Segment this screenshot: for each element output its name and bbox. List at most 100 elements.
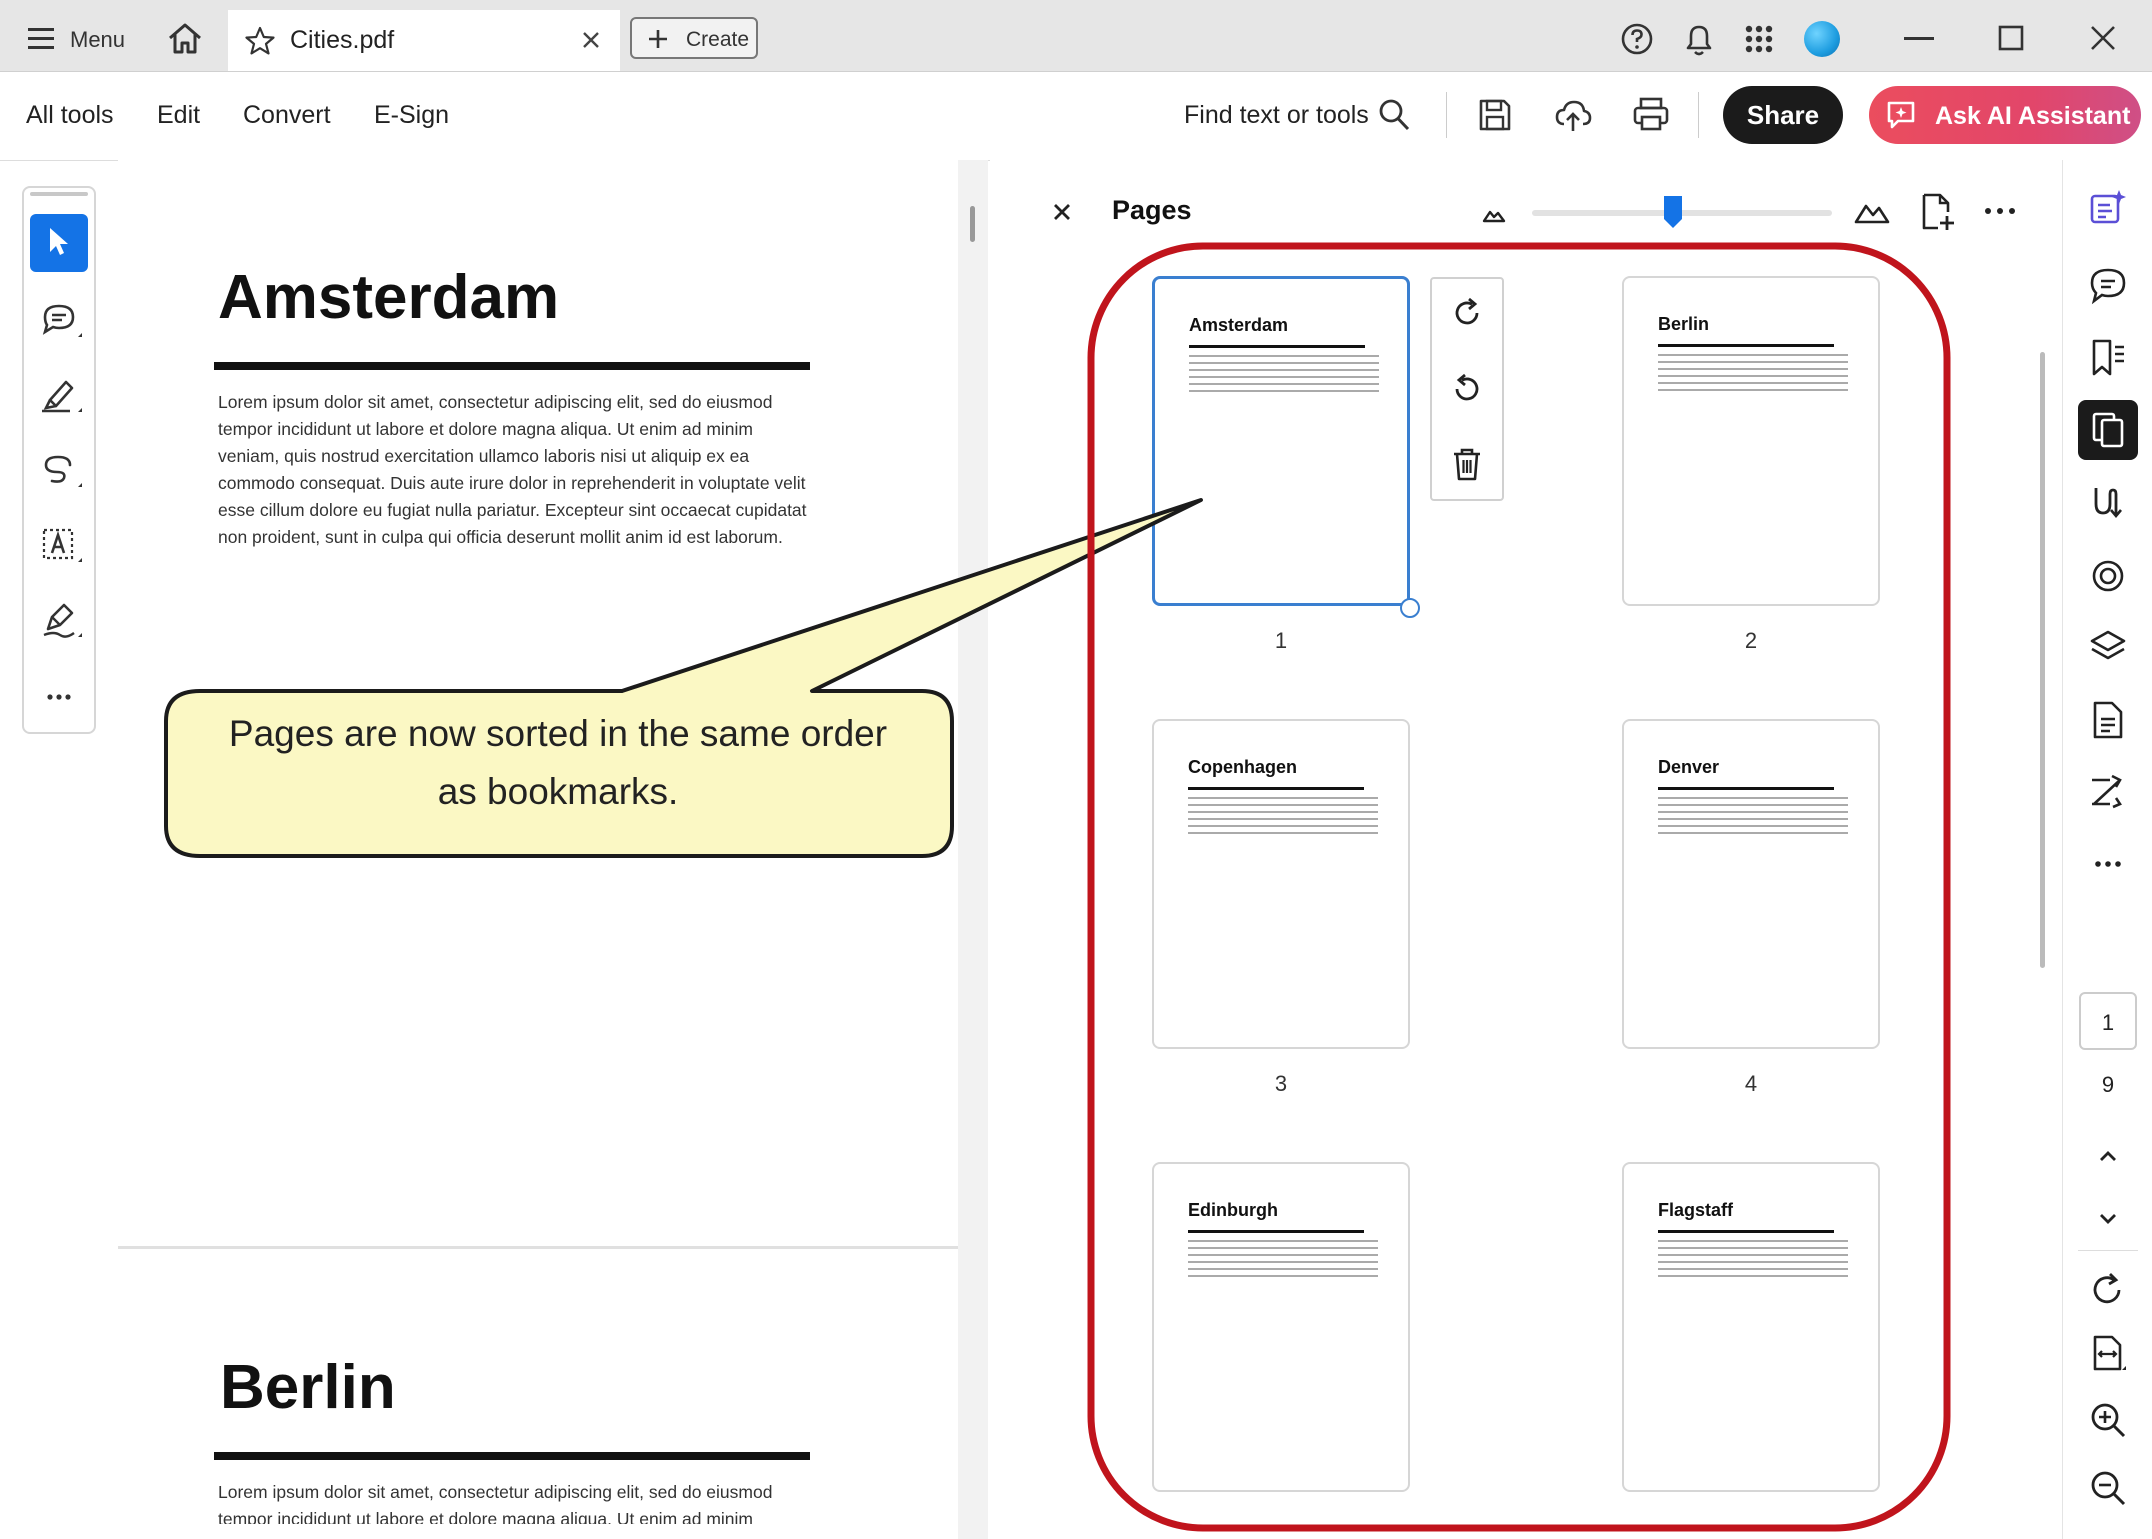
body-line: tempor incididunt ut labore et dolore ma…	[218, 419, 754, 439]
plus-icon	[648, 29, 668, 49]
thumbnail-text-lines	[1658, 797, 1848, 839]
body-line: veniam, quis nostrud exercitation ullamc…	[218, 446, 750, 466]
page-thumbnail-2[interactable]: Berlin	[1622, 276, 1880, 606]
body-line: tempor incididunt ut labore et dolore ma…	[218, 1509, 754, 1524]
thumbnail-text-lines	[1188, 797, 1378, 839]
compare-icon[interactable]	[2086, 770, 2130, 814]
document-tab[interactable]	[228, 10, 620, 71]
large-thumbnail-icon[interactable]	[1854, 198, 1890, 226]
highlight-pen-icon[interactable]	[30, 366, 88, 424]
select-tool-button[interactable]	[30, 214, 88, 272]
pages-panel-title: Pages	[1112, 195, 1192, 225]
ai-edit-icon[interactable]	[2086, 186, 2130, 230]
more-options-icon[interactable]	[1984, 206, 2016, 216]
thumbnail-text-lines	[1658, 354, 1848, 396]
page-thumbnail-6[interactable]: Flagstaff	[1622, 1162, 1880, 1492]
thumbnail-title: Denver	[1658, 757, 1720, 777]
rotate-clockwise-icon[interactable]	[1450, 296, 1484, 330]
thumbnail-text-lines	[1188, 1240, 1378, 1282]
total-pages-label: 9	[2101, 1072, 2115, 1097]
stamp-target-icon[interactable]	[2086, 554, 2130, 598]
page-body-amsterdam: Lorem ipsum dolor sit amet, consectetur …	[218, 389, 858, 551]
body-line: commodo consequat. Duis aute irure dolor…	[218, 473, 806, 493]
document-scroll-thumb[interactable]	[970, 206, 975, 242]
pages-panel-scrollbar[interactable]	[2040, 352, 2045, 968]
callout-line-2: as bookmarks.	[437, 771, 679, 812]
heading-rule-2	[214, 1452, 810, 1460]
next-page-icon[interactable]	[2086, 1196, 2130, 1240]
pages-icon	[2090, 411, 2126, 449]
ask-ai-assistant-button[interactable]: Ask AI Assistant	[1869, 86, 2141, 144]
body-line: esse cillum dolore eu fugiat nulla paria…	[218, 500, 807, 520]
close-panel-icon[interactable]	[1052, 202, 1072, 222]
user-avatar[interactable]	[1804, 21, 1840, 57]
notifications-bell-icon[interactable]	[1682, 20, 1716, 58]
bookmarks-icon[interactable]	[2086, 336, 2130, 380]
fit-page-icon[interactable]	[2086, 1332, 2130, 1376]
find-text-or-tools[interactable]: Find text or tools	[1184, 101, 1369, 130]
page-thumbnail-3[interactable]: Copenhagen	[1152, 719, 1410, 1049]
menu-edit[interactable]: Edit	[157, 101, 200, 130]
previous-page-icon[interactable]	[2086, 1134, 2130, 1178]
page-thumbnail-5[interactable]: Edinburgh	[1152, 1162, 1410, 1492]
thumbnail-text-lines	[1189, 355, 1379, 397]
document-scrollbar[interactable]	[958, 160, 988, 1539]
thumbnail-resize-handle[interactable]	[1400, 598, 1420, 618]
page-thumbnail-1[interactable]: Amsterdam	[1152, 276, 1410, 606]
help-icon[interactable]	[1620, 22, 1654, 56]
more-rail-icon[interactable]	[2086, 842, 2130, 886]
hamburger-menu-icon[interactable]	[28, 26, 56, 50]
create-button[interactable]: Create	[630, 17, 758, 59]
ask-ai-label: Ask AI Assistant	[1935, 102, 2131, 130]
create-label: Create	[686, 28, 750, 51]
menu-e-sign[interactable]: E-Sign	[374, 101, 449, 130]
freehand-draw-icon[interactable]	[30, 441, 88, 499]
more-tools-icon[interactable]	[30, 666, 88, 724]
upload-cloud-icon[interactable]	[1554, 96, 1592, 134]
comment-icon[interactable]	[30, 291, 88, 349]
insert-page-icon[interactable]	[1920, 192, 1956, 232]
current-page-field[interactable]: 1	[2079, 992, 2137, 1050]
small-thumbnail-icon[interactable]	[1482, 204, 1506, 224]
close-window-icon[interactable]	[2090, 25, 2116, 51]
page-heading-berlin: Berlin	[220, 1353, 396, 1422]
zoom-slider-handle[interactable]	[1663, 195, 1683, 229]
sign-pen-icon[interactable]	[30, 591, 88, 649]
home-icon[interactable]	[166, 20, 204, 56]
comments-panel-icon[interactable]	[2086, 264, 2130, 308]
zoom-out-icon[interactable]	[2086, 1466, 2130, 1510]
close-tab-icon[interactable]	[582, 31, 600, 49]
layers-icon[interactable]	[2086, 626, 2130, 670]
print-icon[interactable]	[1632, 96, 1670, 132]
document-properties-icon[interactable]	[2086, 698, 2130, 742]
share-button[interactable]: Share	[1723, 86, 1843, 144]
apps-grid-icon[interactable]	[1744, 24, 1774, 54]
zoom-in-icon[interactable]	[2086, 1398, 2130, 1442]
search-icon[interactable]	[1378, 98, 1410, 132]
menu-all-tools[interactable]: All tools	[26, 101, 114, 130]
text-box-icon[interactable]	[30, 516, 88, 574]
page-number-label: 1	[1274, 628, 1288, 653]
rotate-view-icon[interactable]	[2086, 1268, 2130, 1312]
delete-page-icon[interactable]	[1450, 446, 1484, 482]
minimize-window-icon[interactable]	[1904, 37, 1934, 41]
page-number-label: 3	[1274, 1071, 1288, 1096]
star-icon[interactable]	[244, 25, 276, 57]
pages-panel-button[interactable]	[2078, 400, 2138, 460]
body-line: Lorem ipsum dolor sit amet, consectetur …	[218, 1482, 773, 1502]
menu-label[interactable]: Menu	[70, 27, 125, 53]
callout-text: Pages are now sorted in the same order a…	[168, 705, 948, 821]
tab-title[interactable]: Cities.pdf	[290, 26, 394, 55]
page-body-berlin: Lorem ipsum dolor sit amet, consectetur …	[218, 1479, 858, 1524]
toolbar-grip[interactable]	[30, 192, 88, 196]
rotate-counterclockwise-icon[interactable]	[1450, 372, 1484, 406]
page-thumbnail-4[interactable]: Denver	[1622, 719, 1880, 1049]
thumbnail-rule	[1188, 1230, 1364, 1233]
menu-convert[interactable]: Convert	[243, 101, 331, 130]
page-number-label: 4	[1744, 1071, 1758, 1096]
thumbnail-title: Amsterdam	[1189, 315, 1289, 335]
menubar-divider	[1446, 92, 1447, 138]
link-icon[interactable]	[2086, 480, 2130, 524]
save-icon[interactable]	[1478, 98, 1512, 132]
maximize-window-icon[interactable]	[1998, 25, 2024, 51]
